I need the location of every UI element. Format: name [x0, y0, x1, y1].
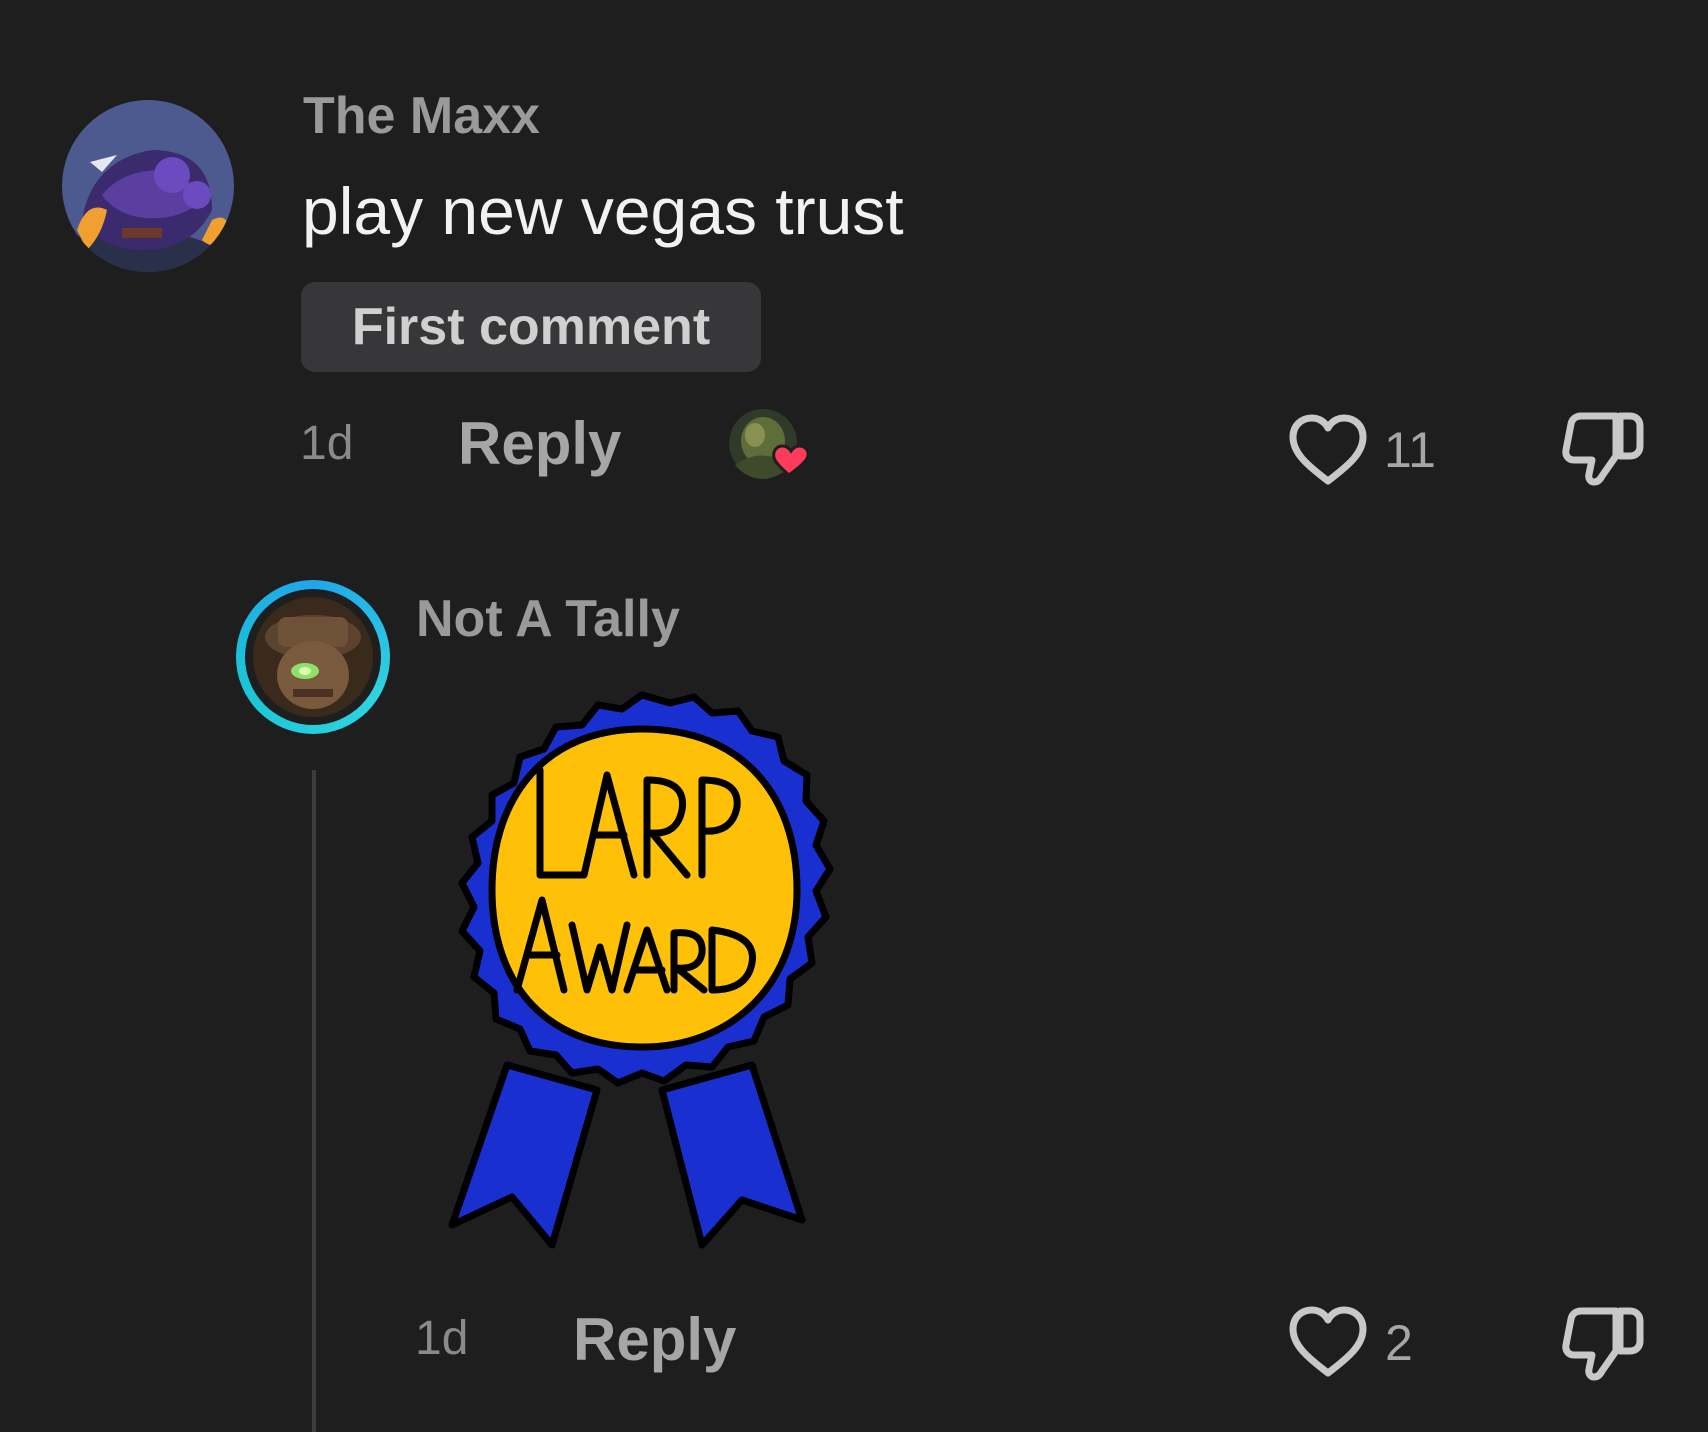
badge-label: First comment	[351, 298, 711, 356]
first-comment-badge: First comment	[301, 282, 761, 372]
creator-heart-badge-icon	[725, 405, 820, 485]
reply-timestamp: 1d	[415, 1312, 469, 1365]
comment-username[interactable]: The Maxx	[303, 90, 540, 142]
reply-like-count: 2	[1385, 1315, 1413, 1371]
avatar-not-a-tally[interactable]	[236, 580, 390, 734]
heart-outline-icon[interactable]	[1287, 413, 1369, 487]
comment-timestamp: 1d	[300, 417, 354, 470]
larp-award-image	[412, 685, 882, 1265]
reply-username[interactable]: Not A Tally	[416, 593, 680, 645]
comment-text: play new vegas trust	[302, 174, 904, 248]
thumbs-down-icon[interactable]	[1560, 410, 1646, 490]
thread-line	[312, 770, 316, 1432]
thumbs-down-icon[interactable]	[1560, 1305, 1646, 1385]
like-count: 11	[1384, 422, 1436, 478]
avatar-the-maxx[interactable]	[62, 100, 234, 272]
reply-button[interactable]: Reply	[458, 414, 621, 474]
heart-outline-icon[interactable]	[1287, 1305, 1369, 1379]
reply-reply-button[interactable]: Reply	[573, 1310, 736, 1370]
